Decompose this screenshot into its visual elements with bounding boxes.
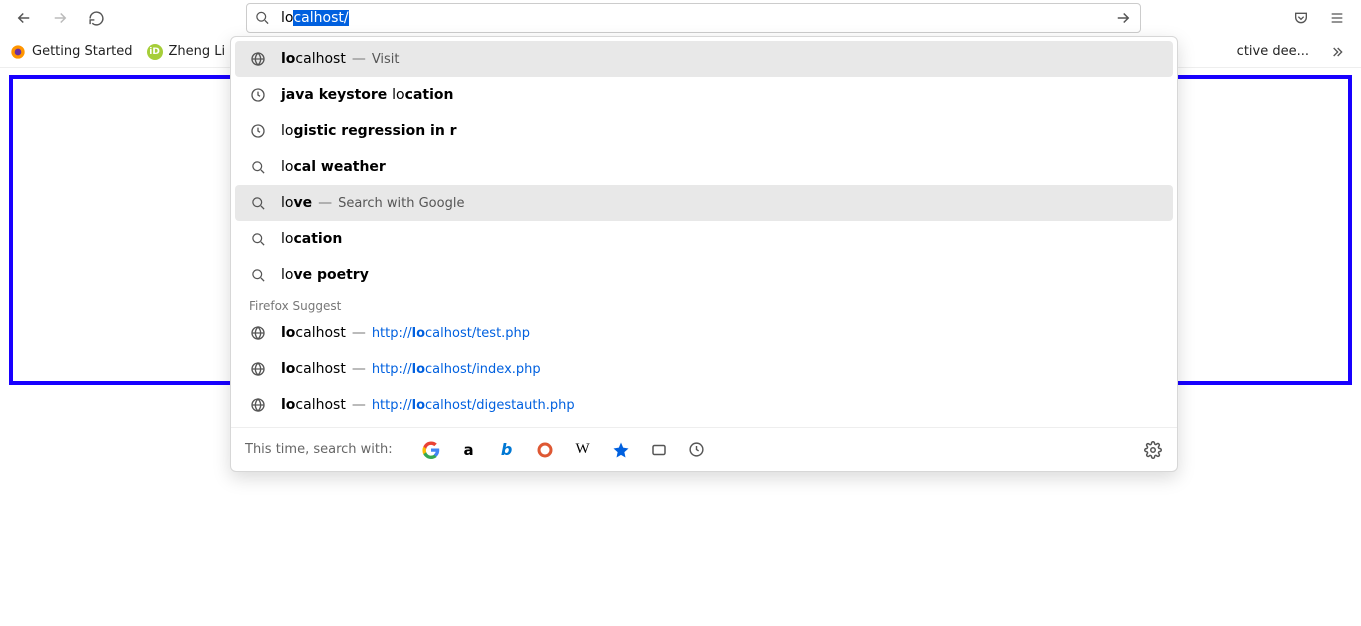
browser-toolbar: localhost/ (0, 0, 1361, 36)
forward-button[interactable] (46, 4, 74, 32)
arrow-right-icon (1114, 9, 1132, 27)
typed-text: lo (281, 10, 293, 26)
suggestion-row[interactable]: love—Search with Google (235, 185, 1173, 221)
duckduckgo-icon (536, 441, 554, 459)
selected-text: calhost/ (293, 10, 348, 26)
suggestion-text: love poetry (281, 267, 369, 283)
globe-icon (249, 361, 267, 377)
clock-icon (688, 441, 705, 458)
footer-label: This time, search with: (245, 442, 393, 457)
tabs-icon (650, 441, 668, 459)
pocket-icon (1293, 10, 1309, 26)
suggestion-text: localhost—http://localhost/index.php (281, 361, 541, 377)
suggestion-row[interactable]: localhost—Visit (235, 41, 1173, 77)
arrow-right-icon (51, 9, 69, 27)
search-icon (249, 196, 267, 211)
back-button[interactable] (10, 4, 38, 32)
reload-icon (88, 10, 105, 27)
history-icon (249, 87, 267, 103)
search-icon (255, 11, 270, 26)
engine-google[interactable] (421, 440, 441, 460)
bookmark-getting-started[interactable]: Getting Started (10, 44, 133, 60)
reload-button[interactable] (82, 4, 110, 32)
google-icon (422, 441, 440, 459)
suggestion-text: local weather (281, 159, 386, 175)
bing-icon: b (501, 440, 512, 459)
suggestion-row[interactable]: location (235, 221, 1173, 257)
suggestion-row[interactable]: java keystore location (235, 77, 1173, 113)
search-icon (249, 232, 267, 247)
suggestion-text: love—Search with Google (281, 195, 464, 211)
address-bar[interactable]: localhost/ (246, 3, 1141, 33)
firefox-suggest-label: Firefox Suggest (235, 293, 1173, 315)
address-bar-text: localhost/ (281, 10, 349, 26)
suggestion-text: localhost—http://localhost/test.php (281, 325, 530, 341)
suggestion-row[interactable]: logistic regression in r (235, 113, 1173, 149)
engine-tabs[interactable] (649, 440, 669, 460)
suggestion-row[interactable]: localhost—http://localhost/index.php (235, 351, 1173, 387)
suggestion-row[interactable]: local weather (235, 149, 1173, 185)
gear-icon (1144, 441, 1162, 459)
history-icon (249, 123, 267, 139)
suggestion-text: java keystore location (281, 87, 453, 103)
urlbar-dropdown: localhost—Visit java keystore location log… (230, 36, 1178, 472)
wikipedia-icon: W (576, 441, 590, 458)
globe-icon (249, 325, 267, 341)
search-icon (249, 268, 267, 283)
engine-bookmarks[interactable] (611, 440, 631, 460)
address-bar-wrap: localhost/ (246, 3, 1141, 33)
suggestion-row[interactable]: localhost—http://localhost/test.php (235, 315, 1173, 351)
bookmark-label: Getting Started (32, 44, 133, 59)
arrow-left-icon (15, 9, 33, 27)
engine-wikipedia[interactable]: W (573, 440, 593, 460)
go-button[interactable] (1114, 9, 1132, 27)
search-settings-button[interactable] (1143, 440, 1163, 460)
bookmarks-overflow-button[interactable] (1323, 38, 1351, 66)
amazon-icon: a (464, 441, 474, 459)
chevrons-right-icon (1329, 44, 1345, 60)
suggestion-text: location (281, 231, 342, 247)
menu-button[interactable] (1323, 4, 1351, 32)
search-icon (249, 160, 267, 175)
bookmark-overflow-right[interactable]: ctive dee... (1237, 44, 1309, 59)
bookmark-label: ctive dee... (1237, 44, 1309, 59)
dropdown-footer: This time, search with: a b W (231, 427, 1177, 471)
globe-icon (249, 51, 267, 67)
engine-amazon[interactable]: a (459, 440, 479, 460)
suggestion-text: localhost—http://localhost/digestauth.ph… (281, 397, 575, 413)
suggestion-row[interactable]: love poetry (235, 257, 1173, 293)
firefox-icon (10, 44, 26, 60)
suggestion-text: localhost—Visit (281, 51, 400, 67)
orcid-icon: iD (147, 44, 163, 60)
suggestion-row[interactable]: localhost—http://localhost/digestauth.ph… (235, 387, 1173, 423)
engine-bing[interactable]: b (497, 440, 517, 460)
globe-icon (249, 397, 267, 413)
pocket-button[interactable] (1287, 4, 1315, 32)
star-icon (612, 441, 630, 459)
suggestion-text: logistic regression in r (281, 123, 457, 139)
engine-history[interactable] (687, 440, 707, 460)
hamburger-icon (1329, 10, 1345, 26)
engine-duckduckgo[interactable] (535, 440, 555, 460)
